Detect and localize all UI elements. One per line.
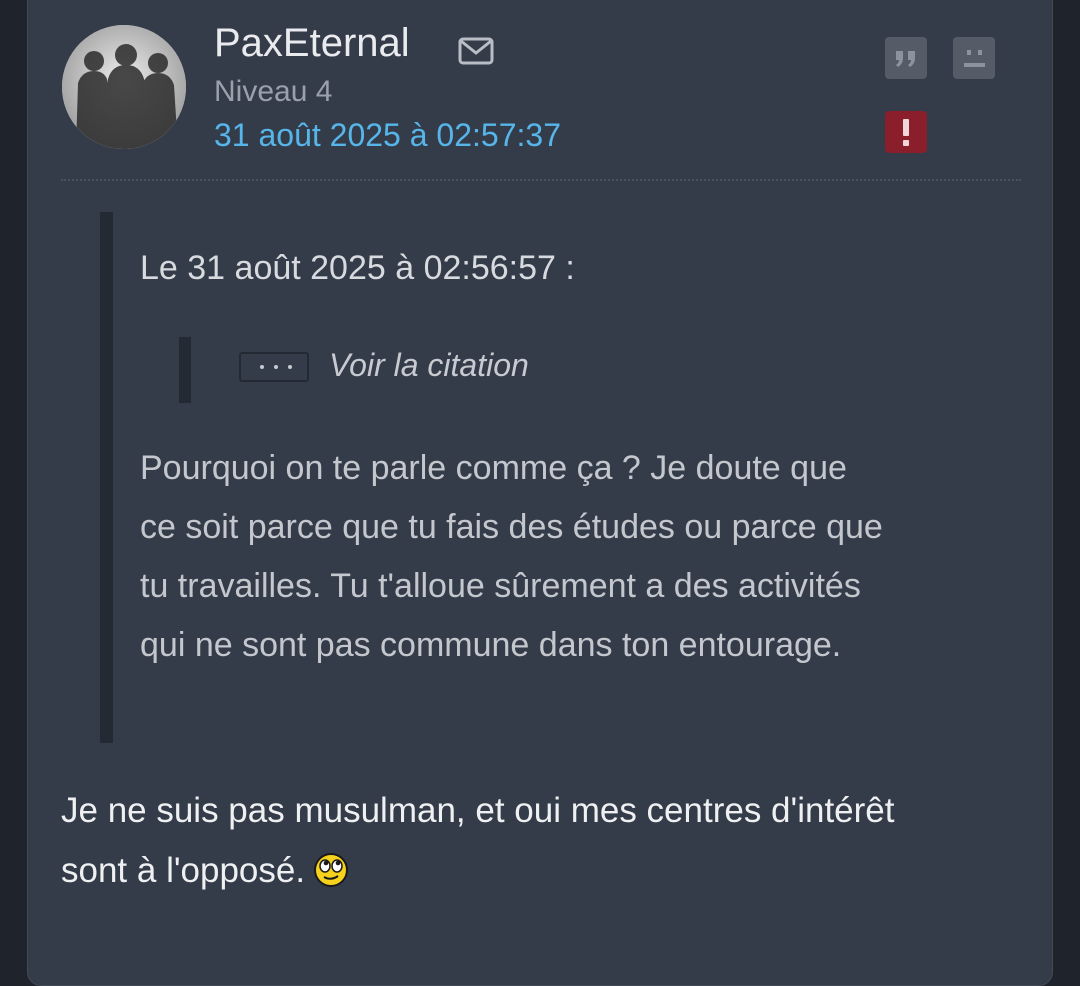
envelope-icon[interactable]	[458, 37, 494, 65]
sad-face-icon	[964, 50, 985, 67]
quote-header: Le 31 août 2025 à 02:56:57 :	[140, 249, 575, 287]
quote-line: qui ne sont pas commune dans ton entoura…	[140, 626, 842, 664]
forum-post: PaxEternal Niveau 4 31 août 2025 à 02:57…	[27, 0, 1053, 986]
post-message: Je ne suis pas musulman, et oui mes cent…	[61, 781, 1021, 901]
private-message-button[interactable]	[953, 37, 995, 79]
author-pseudo[interactable]: PaxEternal	[214, 23, 410, 63]
exclamation-icon	[903, 119, 909, 146]
message-line-2: sont à l'opposé.	[61, 841, 1021, 901]
quote-body: Pourquoi on te parle comme ça ? Je doute…	[140, 439, 1020, 675]
message-line: Je ne suis pas musulman, et oui mes cent…	[61, 791, 895, 830]
quote-button[interactable]	[885, 37, 927, 79]
post-date-link[interactable]: 31 août 2025 à 02:57:37	[214, 119, 561, 151]
report-button[interactable]	[885, 111, 927, 153]
avatar-silhouettes-icon	[62, 25, 186, 149]
quote-line: ce soit parce que tu fais des études ou …	[140, 508, 883, 546]
show-quote-link[interactable]: Voir la citation	[329, 349, 529, 381]
avatar[interactable]	[62, 25, 186, 149]
header-separator	[61, 179, 1021, 181]
quote-icon	[896, 51, 915, 67]
quote-line: tu travailles. Tu t'alloue sûrement a de…	[140, 567, 861, 605]
author-level: Niveau 4	[214, 75, 333, 108]
quote-line: Pourquoi on te parle comme ça ? Je doute…	[140, 449, 847, 487]
message-line: sont à l'opposé.	[61, 851, 306, 890]
ellipsis-icon[interactable]	[239, 352, 309, 382]
eye-roll-smiley-icon	[314, 853, 349, 887]
nested-quote-bar	[179, 337, 191, 403]
